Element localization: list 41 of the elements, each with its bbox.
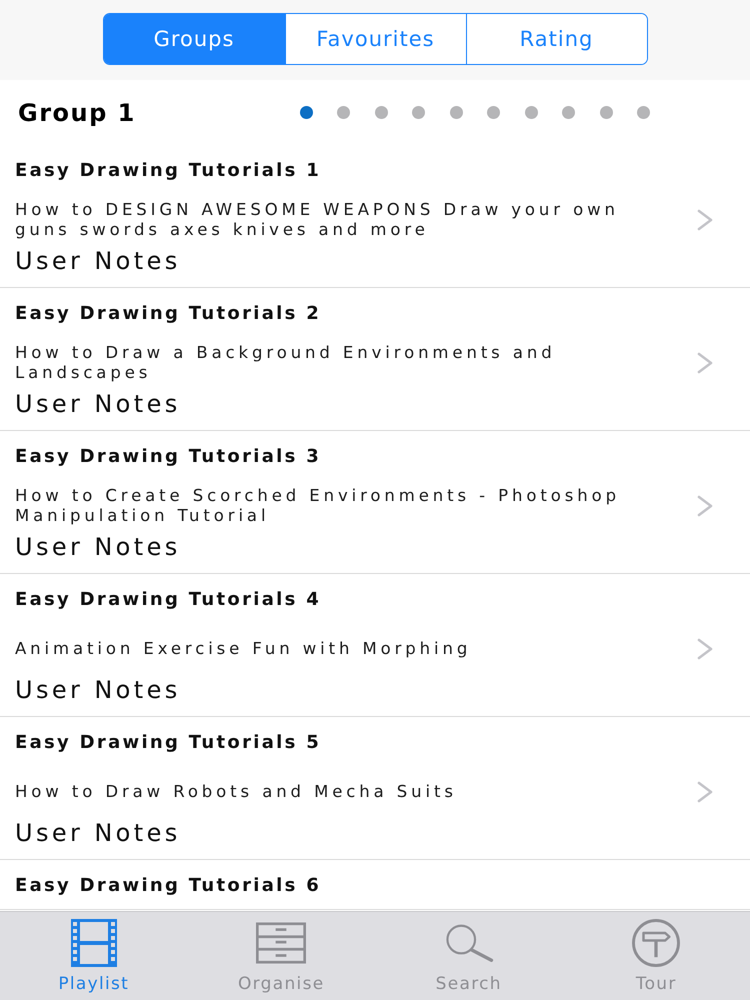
tutorial-description: How to Draw Robots and Mecha Suits <box>15 782 458 802</box>
page-dot-icon[interactable] <box>487 106 500 119</box>
chevron-icon[interactable] <box>697 352 713 374</box>
page-dot-icon[interactable] <box>637 106 650 119</box>
tutorial-title: Easy Drawing Tutorials 4 <box>15 588 322 612</box>
page-dot-icon[interactable] <box>562 106 575 119</box>
page-dot-icon[interactable] <box>300 106 312 119</box>
tutorial-description: How to DESIGN AWESOME WEAPONS Draw your own guns swords axes knives and more <box>15 200 620 240</box>
tutorial-title: Easy Drawing Tutorials 1 <box>15 159 322 183</box>
chevron-icon[interactable] <box>697 638 713 660</box>
page-dot-icon[interactable] <box>450 106 462 119</box>
user-notes-label[interactable]: User Notes <box>15 675 750 705</box>
signpost-icon <box>631 918 682 968</box>
page-dot-icon[interactable] <box>600 106 612 119</box>
film-strip-icon <box>68 918 119 968</box>
user-notes-label[interactable]: User Notes <box>15 532 750 562</box>
tutorial-title: Easy Drawing Tutorials 5 <box>15 731 322 755</box>
chevron-icon[interactable] <box>697 781 713 803</box>
chevron-icon[interactable] <box>697 209 713 231</box>
tutorial-title: Easy Drawing Tutorials 3 <box>15 445 322 469</box>
segment-tab[interactable]: Groups <box>104 14 284 64</box>
user-notes-label[interactable]: User Notes <box>15 389 750 419</box>
user-notes-label[interactable]: User Notes <box>15 246 750 276</box>
page-dot-icon[interactable] <box>337 106 350 119</box>
page-dot-icon[interactable] <box>412 106 425 119</box>
group-title: Group 1 <box>18 98 136 126</box>
tab-bar-item[interactable]: Playlist <box>0 912 188 1000</box>
user-notes-label[interactable]: User Notes <box>15 818 750 848</box>
segment-tab[interactable]: Favourites <box>284 14 466 64</box>
tab-bar-item[interactable]: Organise <box>188 912 375 1000</box>
chevron-icon[interactable] <box>697 495 713 517</box>
tutorial-title: Easy Drawing Tutorials 6 <box>15 874 322 898</box>
segment-tab[interactable]: Rating <box>466 14 646 64</box>
tutorial-description: How to Draw a Background Environments and Landscapes <box>15 343 557 383</box>
tutorial-title: Easy Drawing Tutorials 2 <box>15 302 322 326</box>
tutorial-description: Animation Exercise Fun with Morphing <box>15 639 472 659</box>
page-dot-icon[interactable] <box>374 106 388 119</box>
page-dot-icon[interactable] <box>524 106 538 119</box>
tab-bar-item[interactable]: Search <box>375 912 562 1000</box>
tab-bar-item[interactable]: Tour <box>562 912 750 1000</box>
tutorial-description: How to Create Scorched Environments - Photoshop Manipulation Tutorial <box>15 486 621 526</box>
